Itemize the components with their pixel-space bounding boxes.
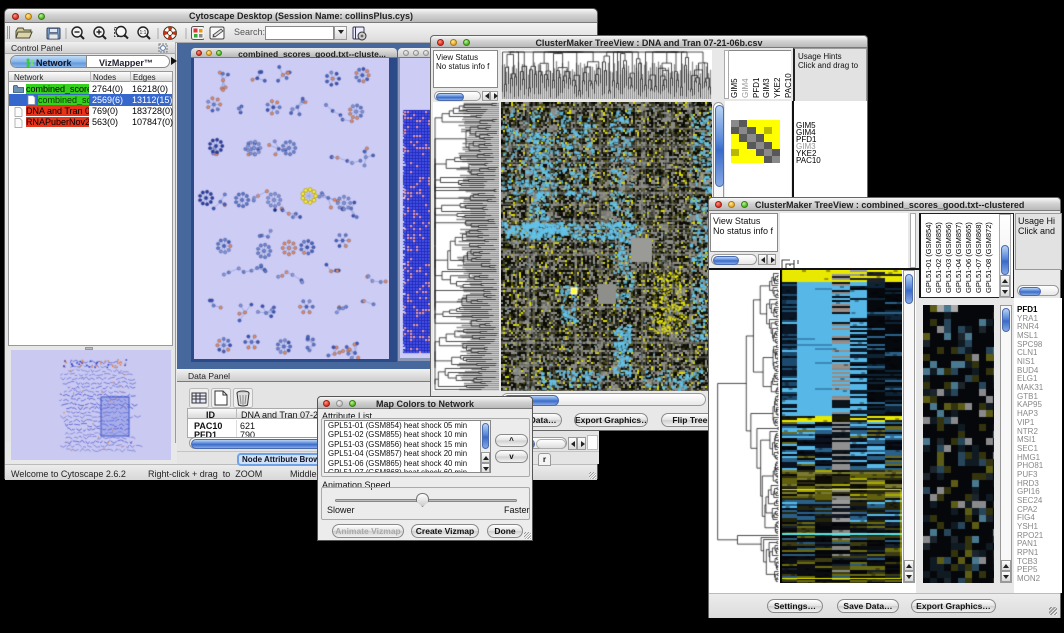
- svg-text:1:1: 1:1: [140, 30, 147, 36]
